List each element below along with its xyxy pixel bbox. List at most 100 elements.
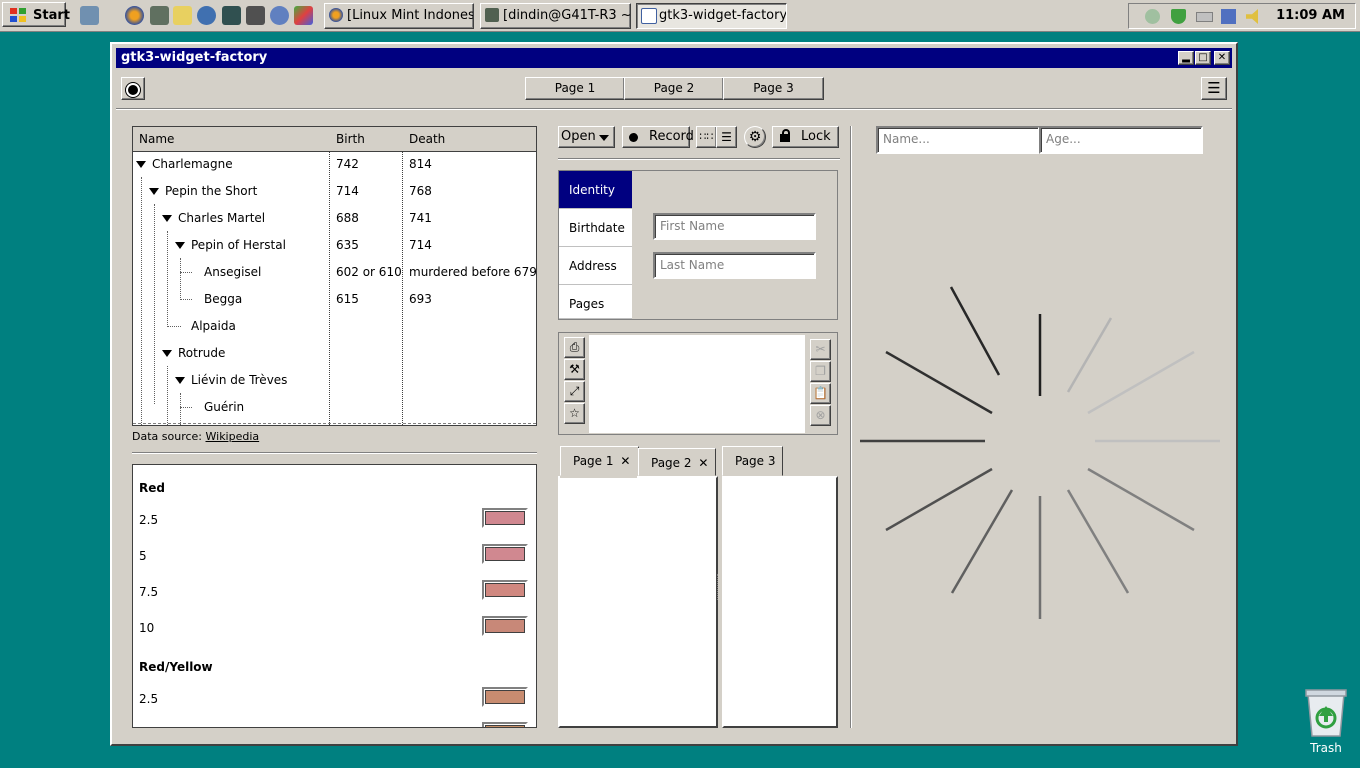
trash-desktop-icon[interactable]: Trash bbox=[1296, 686, 1356, 756]
paste-icon[interactable]: 📋 bbox=[810, 383, 831, 404]
tab-page-1[interactable]: Page 1 bbox=[525, 77, 625, 100]
network-icon[interactable] bbox=[1221, 9, 1236, 24]
cube-icon[interactable] bbox=[294, 6, 313, 25]
color-swatch[interactable] bbox=[482, 687, 528, 707]
record-toggle-button[interactable] bbox=[121, 77, 145, 100]
network-icon[interactable] bbox=[270, 6, 289, 25]
color-swatch[interactable] bbox=[482, 580, 528, 600]
copy-icon[interactable]: ❐ bbox=[810, 361, 831, 382]
tree-row[interactable]: Guérin bbox=[133, 394, 536, 421]
start-button[interactable]: Start bbox=[2, 2, 70, 27]
menu-icon[interactable]: ☰ bbox=[1201, 77, 1227, 100]
spinner-ray bbox=[885, 350, 993, 415]
record-button[interactable]: Record bbox=[622, 126, 694, 148]
open-button[interactable]: Open bbox=[558, 126, 615, 148]
tree-row[interactable]: Pepin of Herstal 635 714 bbox=[133, 232, 536, 259]
tab-page-3[interactable]: Page 3 bbox=[723, 77, 824, 100]
notebook-tab-page-1[interactable]: Page 1 ✕ bbox=[560, 446, 639, 476]
shield-icon[interactable] bbox=[1171, 9, 1186, 24]
last-name-field[interactable]: Last Name bbox=[653, 252, 816, 279]
close-button[interactable]: ✕ bbox=[1214, 51, 1230, 65]
row-name: Ansegisel bbox=[204, 265, 262, 279]
expander-down-icon[interactable] bbox=[175, 377, 185, 384]
age-entry[interactable]: Age... bbox=[1039, 126, 1203, 154]
lock-button[interactable]: Lock bbox=[772, 126, 839, 148]
list-view-icon[interactable]: ☰ bbox=[716, 126, 737, 148]
firefox-icon bbox=[329, 8, 343, 22]
text-view[interactable] bbox=[589, 335, 805, 433]
delete-icon[interactable]: ⊗ bbox=[810, 405, 831, 426]
row-name: Charlemagne bbox=[152, 157, 233, 171]
tools-icon[interactable]: ⚒ bbox=[564, 359, 585, 380]
notebook-tab-page-3[interactable]: Page 3 bbox=[722, 446, 783, 476]
title-bar[interactable]: gtk3-widget-factory ▂ □ ✕ bbox=[116, 48, 1232, 68]
column-death[interactable]: Death bbox=[409, 132, 445, 146]
tree-header: Name Birth Death bbox=[133, 127, 536, 152]
tree-row[interactable]: Charles Martel 688 741 bbox=[133, 205, 536, 232]
expander-down-icon[interactable] bbox=[149, 188, 159, 195]
notebook-tab-page-2[interactable]: Page 2 ✕ bbox=[638, 448, 716, 476]
first-name-field[interactable]: First Name bbox=[653, 213, 816, 240]
gear-icon[interactable]: ⚙ bbox=[744, 126, 766, 148]
expander-down-icon[interactable] bbox=[162, 215, 172, 222]
cut-icon[interactable]: ✂ bbox=[810, 339, 831, 360]
tree-row[interactable]: Rotrude bbox=[133, 340, 536, 367]
color-swatch[interactable] bbox=[482, 508, 528, 528]
name-entry[interactable]: Name... bbox=[876, 126, 1040, 154]
tree-row[interactable]: Ansegisel 602 or 610 murdered before 679 bbox=[133, 259, 536, 286]
browser-icon[interactable] bbox=[197, 6, 216, 25]
task-firefox[interactable]: [Linux Mint Indonesi... bbox=[324, 3, 474, 29]
tree-row[interactable]: Alpaida bbox=[133, 313, 536, 340]
sidebar-item-identity[interactable]: Identity bbox=[559, 171, 632, 209]
desktop-icon[interactable] bbox=[80, 6, 99, 25]
notebook-page bbox=[722, 476, 838, 728]
camera-icon[interactable] bbox=[246, 6, 265, 25]
wikipedia-link[interactable]: Wikipedia bbox=[206, 430, 260, 443]
spinner-ray bbox=[1087, 467, 1195, 532]
pane-handle[interactable] bbox=[717, 574, 720, 600]
sidebar-item-address[interactable]: Address bbox=[559, 247, 632, 285]
taskbar: Start [Linux Mint Indonesi... [dindin@G4… bbox=[0, 0, 1360, 32]
task-terminal[interactable]: [dindin@G41T-R3 ~] bbox=[480, 3, 631, 29]
task-widget-factory[interactable]: gtk3-widget-factory bbox=[636, 3, 787, 29]
color-swatch[interactable] bbox=[482, 616, 528, 636]
tree-row[interactable]: Charlemagne 742 814 bbox=[133, 151, 536, 178]
notebook-left: Page 1 ✕ Page 2 ✕ bbox=[558, 446, 718, 728]
swatch-fill bbox=[485, 690, 525, 704]
keyboard-icon[interactable] bbox=[1196, 12, 1213, 22]
color-swatch[interactable] bbox=[482, 722, 528, 727]
row-birth: 742 bbox=[336, 157, 359, 171]
column-birth[interactable]: Birth bbox=[336, 132, 365, 146]
maximize-button[interactable]: □ bbox=[1195, 51, 1211, 65]
tab-page-2[interactable]: Page 2 bbox=[624, 77, 724, 100]
sidebar-item-birthdate[interactable]: Birthdate bbox=[559, 209, 632, 247]
family-tree-view[interactable]: Name Birth Death Charlemagne 742 814 Pep… bbox=[132, 126, 537, 426]
system-tray: 11:09 AM bbox=[1128, 3, 1356, 29]
fullscreen-icon[interactable]: ⤢ bbox=[564, 381, 585, 402]
column-name[interactable]: Name bbox=[139, 132, 174, 146]
separator bbox=[558, 158, 840, 160]
sidebar-item-pages[interactable]: Pages bbox=[559, 285, 632, 319]
dropbox-icon[interactable] bbox=[1145, 9, 1160, 24]
star-icon[interactable]: ☆ bbox=[564, 403, 585, 424]
firefox-icon[interactable] bbox=[125, 6, 144, 25]
expander-down-icon[interactable] bbox=[136, 161, 146, 168]
expander-down-icon[interactable] bbox=[162, 350, 172, 357]
folder-icon[interactable] bbox=[173, 6, 192, 25]
tree-row[interactable]: Pepin the Short 714 768 bbox=[133, 178, 536, 205]
grid-view-icon[interactable]: ∷∷ bbox=[696, 126, 717, 148]
minimize-button[interactable]: ▂ bbox=[1178, 51, 1194, 65]
expander-down-icon[interactable] bbox=[175, 242, 185, 249]
volume-icon[interactable] bbox=[1246, 9, 1258, 24]
tree-row[interactable]: Liévin de Trèves bbox=[133, 367, 536, 394]
tab-close-icon[interactable]: ✕ bbox=[698, 456, 708, 470]
color-list[interactable]: Red 2.5 5 7.5 10 Red/Yellow 2.5 bbox=[132, 464, 537, 728]
tree-row[interactable]: Begga 615 693 bbox=[133, 286, 536, 313]
spinner-ray bbox=[1066, 489, 1130, 594]
tab-close-icon[interactable]: ✕ bbox=[620, 454, 630, 468]
print-icon[interactable]: ⎙ bbox=[564, 337, 585, 358]
file-manager-icon[interactable] bbox=[150, 6, 169, 25]
terminal-icon[interactable] bbox=[222, 6, 241, 25]
row-name: Pepin of Herstal bbox=[191, 238, 286, 252]
color-swatch[interactable] bbox=[482, 544, 528, 564]
